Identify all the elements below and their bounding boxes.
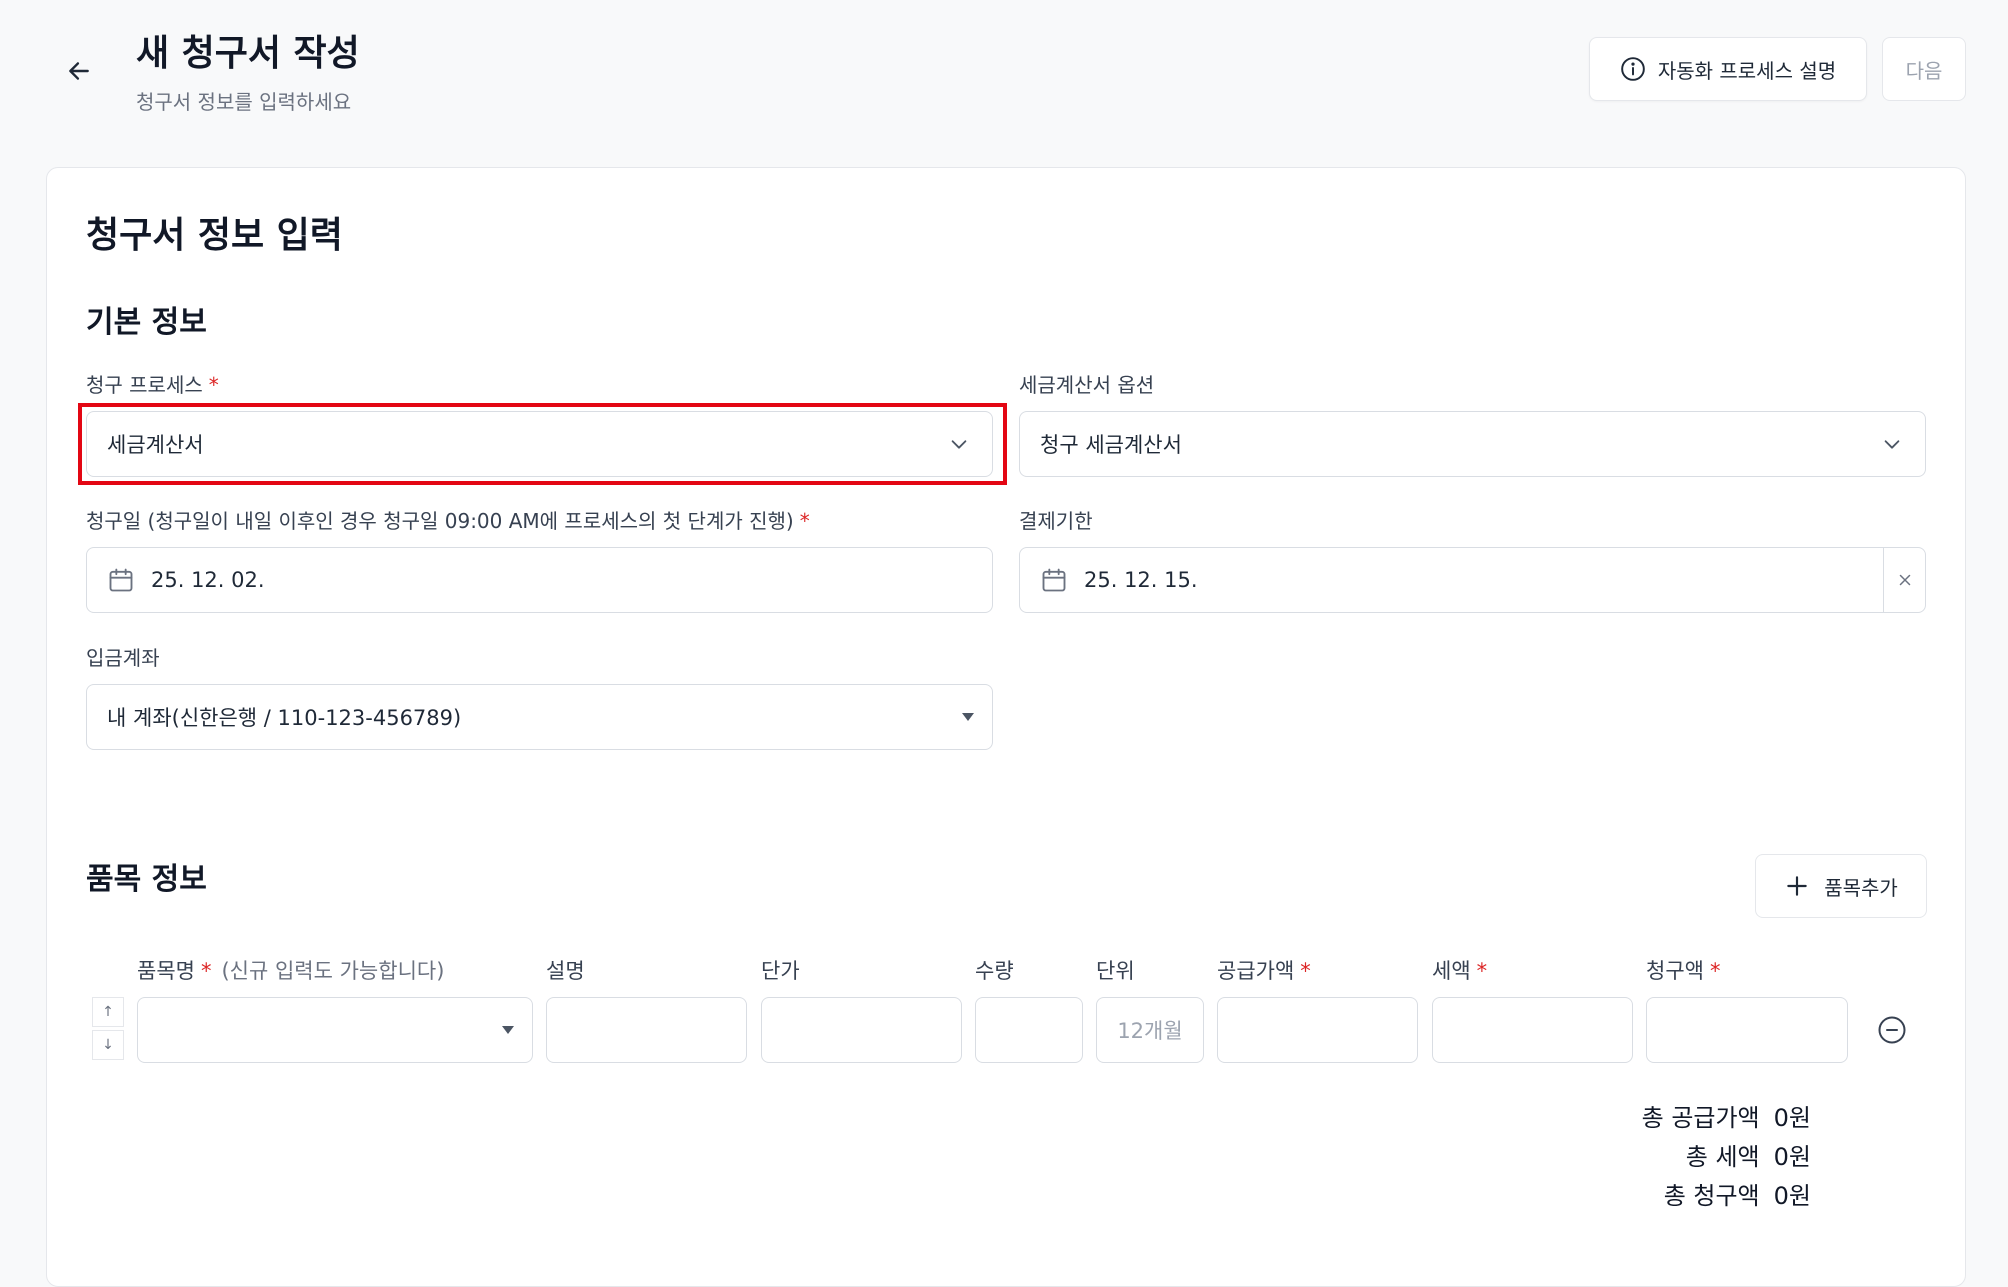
column-header-supply-amount: 공급가액 * bbox=[1217, 959, 1311, 983]
item-name-select[interactable] bbox=[137, 997, 533, 1063]
move-down-button[interactable]: ↓ bbox=[92, 1030, 124, 1060]
tax-invoice-option-label: 세금계산서 옵션 bbox=[1019, 373, 1155, 397]
column-header-description: 설명 bbox=[546, 959, 585, 983]
arrow-left-icon bbox=[69, 62, 89, 80]
description-input[interactable] bbox=[546, 997, 747, 1063]
total-billing-amount: 총 청구액 0원 bbox=[1663, 1182, 1811, 1210]
deposit-account-label: 입금계좌 bbox=[86, 646, 160, 670]
quantity-input[interactable] bbox=[975, 997, 1083, 1063]
calendar-icon bbox=[109, 568, 133, 592]
column-header-tax: 세액 * bbox=[1432, 959, 1488, 983]
billing-date-label: 청구일 (청구일이 내일 이후인 경우 청구일 09:00 AM에 프로세스의 … bbox=[86, 509, 810, 533]
unit-price-input[interactable] bbox=[761, 997, 962, 1063]
chevron-down-icon bbox=[1884, 440, 1900, 449]
item-info-section-title: 품목 정보 bbox=[86, 862, 207, 897]
column-header-item-name: 품목명 * (신규 입력도 가능합니다) bbox=[137, 959, 445, 983]
billing-date-value: 25. 12. 02. bbox=[151, 568, 265, 592]
column-header-unit: 단위 bbox=[1096, 959, 1135, 983]
calendar-icon bbox=[1042, 568, 1066, 592]
tax-input[interactable] bbox=[1432, 997, 1633, 1063]
remove-item-button[interactable] bbox=[1876, 1014, 1908, 1046]
page-title: 새 청구서 작성 bbox=[136, 33, 360, 74]
tax-invoice-option-value: 청구 세금계산서 bbox=[1040, 433, 1182, 457]
billing-amount-input[interactable] bbox=[1646, 997, 1848, 1063]
supply-amount-input[interactable] bbox=[1217, 997, 1418, 1063]
automation-guide-button[interactable]: 자동화 프로세스 설명 bbox=[1589, 37, 1867, 101]
due-date-picker[interactable]: 25. 12. 15. bbox=[1019, 547, 1926, 613]
total-tax-amount: 총 세액 0원 bbox=[1685, 1143, 1811, 1171]
total-supply-amount: 총 공급가액 0원 bbox=[1641, 1104, 1811, 1132]
unit-input[interactable]: 12개월 bbox=[1096, 997, 1204, 1063]
page-subtitle: 청구서 정보를 입력하세요 bbox=[136, 90, 352, 114]
automation-guide-label: 자동화 프로세스 설명 bbox=[1657, 58, 1837, 83]
add-item-label: 품목추가 bbox=[1824, 875, 1898, 900]
close-icon bbox=[1899, 574, 1910, 586]
column-header-quantity: 수량 bbox=[975, 959, 1014, 983]
deposit-account-select[interactable]: 내 계좌(신한은행 / 110-123-456789) bbox=[86, 684, 993, 750]
due-date-value: 25. 12. 15. bbox=[1084, 568, 1198, 592]
add-item-button[interactable]: 품목추가 bbox=[1755, 854, 1927, 918]
deposit-account-value: 내 계좌(신한은행 / 110-123-456789) bbox=[107, 706, 462, 730]
billing-date-picker[interactable]: 25. 12. 02. bbox=[86, 547, 993, 613]
top-bar: 새 청구서 작성 청구서 정보를 입력하세요 자동화 프로세스 설명 다음 bbox=[0, 0, 2008, 160]
move-up-button[interactable]: ↑ bbox=[92, 997, 124, 1027]
clear-due-date-button[interactable] bbox=[1883, 548, 1925, 612]
minus-circle-icon bbox=[1878, 1016, 1906, 1044]
info-icon bbox=[1621, 57, 1645, 81]
next-button[interactable]: 다음 bbox=[1882, 37, 1966, 101]
plus-icon bbox=[1787, 876, 1807, 896]
back-button[interactable] bbox=[58, 50, 100, 92]
required-mark: * bbox=[208, 373, 219, 397]
billing-process-label: 청구 프로세스 * bbox=[86, 373, 219, 397]
form-title: 청구서 정보 입력 bbox=[86, 215, 343, 256]
required-mark: * bbox=[799, 509, 810, 533]
caret-down-icon bbox=[502, 1026, 514, 1034]
column-header-unit-price: 단가 bbox=[761, 959, 800, 983]
billing-process-value: 세금계산서 bbox=[107, 433, 204, 457]
basic-info-section-title: 기본 정보 bbox=[86, 305, 207, 340]
column-header-billing-amount: 청구액 * bbox=[1646, 959, 1721, 983]
billing-process-select[interactable]: 세금계산서 bbox=[86, 411, 993, 477]
chevron-down-icon bbox=[951, 440, 967, 449]
due-date-label: 결제기한 bbox=[1019, 509, 1093, 533]
tax-invoice-option-select[interactable]: 청구 세금계산서 bbox=[1019, 411, 1926, 477]
caret-down-icon bbox=[962, 713, 974, 721]
